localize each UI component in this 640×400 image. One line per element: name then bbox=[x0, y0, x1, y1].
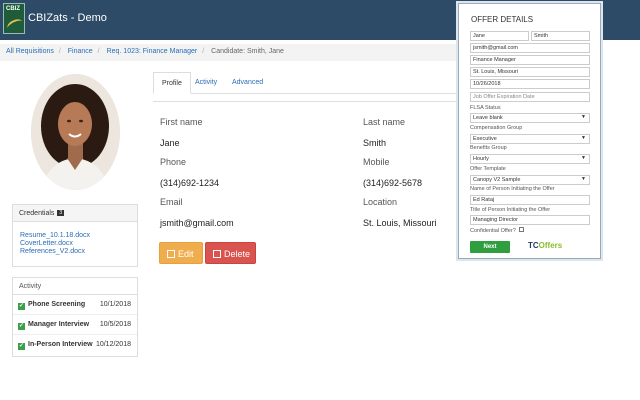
activity-date: 10/5/2018 bbox=[99, 321, 131, 328]
activity-title: Activity bbox=[13, 278, 137, 295]
confidential-offer-checkbox[interactable] bbox=[518, 227, 524, 232]
offer-last-name-input[interactable]: Smith bbox=[531, 31, 590, 41]
credentials-file-list: Resume_10.1.18.docx CoverLetter.docx Ref… bbox=[13, 222, 137, 255]
dropdown-caret-icon: ▼ bbox=[581, 114, 586, 120]
activity-label: Manager Interview bbox=[28, 321, 90, 328]
email-value: jsmith@gmail.com bbox=[160, 218, 234, 228]
edit-icon bbox=[167, 250, 175, 258]
compensation-group-label: Compensation Group bbox=[470, 125, 523, 131]
initiator-title-input[interactable]: Managing Director bbox=[470, 215, 590, 225]
breadcrumb: All Requisitions / Finance / Req. 1023: Fi… bbox=[0, 44, 460, 61]
candidate-photo bbox=[31, 74, 120, 190]
initiator-title-label: Title of Person Initiating the Offer bbox=[470, 207, 551, 213]
credential-file-references[interactable]: References_V2.docx bbox=[20, 248, 137, 255]
compensation-group-select[interactable]: Executive ▼ bbox=[470, 134, 590, 144]
credentials-title: Credentials bbox=[19, 210, 55, 217]
credential-file-cover-letter[interactable]: CoverLetter.docx bbox=[20, 240, 137, 247]
delete-button-label: Delete bbox=[224, 249, 251, 259]
profile-tabs: Profile Activity Advanced bbox=[153, 72, 463, 94]
benefits-group-value: Hourly bbox=[473, 156, 489, 162]
cbiz-logo[interactable]: CBIZ bbox=[3, 3, 25, 34]
breadcrumb-finance[interactable]: Finance bbox=[68, 48, 93, 55]
app-title: CBIZats - Demo bbox=[28, 12, 107, 24]
compensation-group-value: Executive bbox=[473, 136, 497, 142]
trash-icon bbox=[213, 250, 221, 258]
logo-swoosh-icon bbox=[5, 17, 25, 33]
breadcrumb-candidate: Candidate: Smith, Jane bbox=[211, 48, 284, 55]
mobile-value: (314)692-5678 bbox=[363, 178, 423, 188]
tab-content-divider bbox=[153, 101, 463, 102]
tab-advanced[interactable]: Advanced bbox=[224, 72, 271, 94]
tcoffers-logo: TCOffers bbox=[528, 241, 562, 250]
breadcrumb-separator: / bbox=[58, 48, 61, 55]
breadcrumb-separator: / bbox=[202, 48, 205, 55]
candidate-portrait bbox=[31, 74, 120, 190]
tcoffers-logo-offers: Offers bbox=[538, 241, 563, 250]
breadcrumb-separator: / bbox=[97, 48, 100, 55]
offer-date-input[interactable]: 10/26/2018 bbox=[470, 79, 590, 89]
offer-first-name-input[interactable]: Jane bbox=[470, 31, 529, 41]
offer-expiration-input[interactable]: Job Offer Expiration Date bbox=[470, 92, 590, 102]
phone-value: (314)692-1234 bbox=[160, 178, 220, 188]
delete-button[interactable]: Delete bbox=[205, 242, 256, 264]
confidential-offer-text: Confidential Offer? bbox=[470, 228, 516, 234]
activity-item[interactable]: ✓ Manager Interview 10/5/2018 bbox=[13, 315, 137, 335]
first-name-label: First name bbox=[160, 117, 203, 127]
last-name-value: Smith bbox=[363, 138, 387, 148]
activity-panel: Activity ✓ Phone Screening 10/1/2018 ✓ Mana… bbox=[12, 277, 138, 357]
confidential-offer-label: Confidential Offer? bbox=[470, 227, 524, 234]
flsa-status-select[interactable]: Leave blank ▼ bbox=[470, 113, 590, 123]
dropdown-caret-icon: ▼ bbox=[581, 135, 586, 141]
first-name-value: Jane bbox=[160, 138, 180, 148]
edit-button[interactable]: Edit bbox=[159, 242, 203, 264]
initiator-name-input[interactable]: Ed Rataj bbox=[470, 195, 590, 205]
next-button[interactable]: Next bbox=[470, 241, 510, 253]
email-label: Email bbox=[160, 197, 183, 207]
dropdown-caret-icon: ▼ bbox=[581, 155, 586, 161]
check-icon: ✓ bbox=[18, 303, 25, 310]
logo-text: CBIZ bbox=[6, 6, 20, 12]
offer-details-panel: OFFER DETAILS Jane Smith jsmith@gmail.co… bbox=[458, 3, 601, 259]
offer-location-input[interactable]: St. Louis, Missouri bbox=[470, 67, 590, 77]
breadcrumb-requisition[interactable]: Req. 1023: Finance Manager bbox=[107, 48, 198, 55]
offer-position-input[interactable]: Finance Manager bbox=[470, 55, 590, 65]
tab-profile[interactable]: Profile bbox=[153, 72, 191, 94]
credential-file-resume[interactable]: Resume_10.1.18.docx bbox=[20, 232, 137, 239]
flsa-status-label: FLSA Status bbox=[470, 105, 501, 111]
mobile-label: Mobile bbox=[363, 157, 390, 167]
activity-item[interactable]: ✓ In-Person Interview 10/12/2018 bbox=[13, 335, 137, 355]
dropdown-caret-icon: ▼ bbox=[581, 176, 586, 182]
activity-label: Phone Screening bbox=[28, 301, 86, 308]
offer-email-input[interactable]: jsmith@gmail.com bbox=[470, 43, 590, 53]
activity-label: In-Person Interview bbox=[28, 341, 93, 348]
tcoffers-logo-tc: TC bbox=[528, 241, 539, 250]
offer-template-value: Canopy V2 Sample bbox=[473, 177, 521, 183]
edit-button-label: Edit bbox=[178, 249, 194, 259]
location-label: Location bbox=[363, 197, 398, 207]
phone-label: Phone bbox=[160, 157, 187, 167]
last-name-label: Last name bbox=[363, 117, 406, 127]
credentials-count-badge: 3 bbox=[57, 210, 65, 216]
benefits-group-select[interactable]: Hourly ▼ bbox=[470, 154, 590, 164]
tab-activity[interactable]: Activity bbox=[187, 72, 225, 94]
credentials-panel: Credentials 3 Resume_10.1.18.docx CoverLe… bbox=[12, 204, 138, 267]
offer-template-select[interactable]: Canopy V2 Sample ▼ bbox=[470, 175, 590, 185]
initiator-name-label: Name of Person Initiating the Offer bbox=[470, 186, 555, 192]
location-value: St. Louis, Missouri bbox=[363, 218, 437, 228]
activity-item[interactable]: ✓ Phone Screening 10/1/2018 bbox=[13, 295, 137, 315]
benefits-group-label: Benefits Group bbox=[470, 145, 507, 151]
activity-date: 10/1/2018 bbox=[99, 301, 131, 308]
breadcrumb-all-requisitions[interactable]: All Requisitions bbox=[6, 48, 54, 55]
check-icon: ✓ bbox=[18, 343, 25, 350]
offer-details-title: OFFER DETAILS bbox=[471, 15, 534, 24]
check-icon: ✓ bbox=[18, 323, 25, 330]
offer-template-label: Offer Template bbox=[470, 166, 506, 172]
flsa-status-value: Leave blank bbox=[473, 115, 503, 121]
credentials-header: Credentials 3 bbox=[13, 205, 137, 222]
activity-date: 10/12/2018 bbox=[95, 341, 131, 348]
